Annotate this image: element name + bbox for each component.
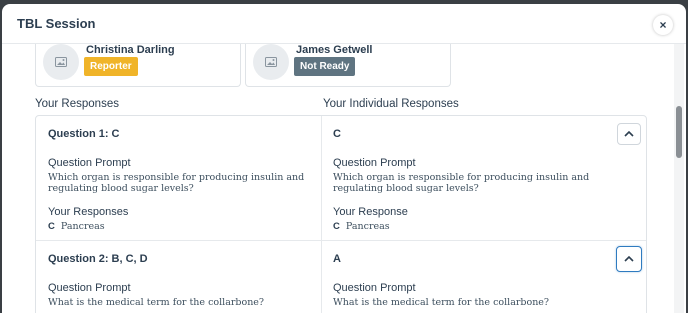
individual-answer: C <box>333 128 341 140</box>
member-card: Christina Darling Reporter <box>35 44 241 87</box>
team-responses-label: Your Responses <box>48 206 129 218</box>
modal-body: Christina Darling Reporter James Getwell… <box>2 44 686 313</box>
close-icon: × <box>659 18 667 32</box>
question-prompt-label: Question Prompt <box>48 282 131 294</box>
your-responses-heading: Your Responses <box>35 98 119 110</box>
avatar <box>253 44 289 80</box>
scrollbar[interactable] <box>674 44 684 313</box>
answer-option: C Pancreas <box>333 221 390 232</box>
question-prompt-label: Question Prompt <box>48 157 131 169</box>
answer-option: C Pancreas <box>48 221 105 232</box>
question-prompt-text: Which organ is responsible for producing… <box>333 172 590 194</box>
individual-answer: A <box>333 253 341 265</box>
row-divider <box>36 240 646 241</box>
member-name: James Getwell <box>296 44 373 56</box>
question-prompt-label: Question Prompt <box>333 157 416 169</box>
avatar <box>43 44 79 80</box>
question-prompt-text: What is the medical term for the collarb… <box>48 297 265 308</box>
member-name: Christina Darling <box>86 44 175 56</box>
question-prompt-text: What is the medical term for the collarb… <box>333 297 550 308</box>
scrollbar-thumb[interactable] <box>676 106 682 158</box>
modal-header: TBL Session × <box>2 4 686 44</box>
chevron-up-icon <box>624 131 634 137</box>
image-placeholder-icon <box>265 57 277 67</box>
chevron-up-icon <box>624 256 634 262</box>
tbl-session-modal: TBL Session × Christina Darling Reporter… <box>2 4 686 313</box>
question-prompt-label: Question Prompt <box>333 282 416 294</box>
collapse-button[interactable] <box>616 246 642 272</box>
individual-responses-heading: Your Individual Responses <box>323 98 459 110</box>
question-title: Question 2: B, C, D <box>48 253 148 265</box>
individual-response-label: Your Response <box>333 206 408 218</box>
status-badge: Not Ready <box>294 57 356 76</box>
collapse-button[interactable] <box>617 123 641 145</box>
column-divider <box>321 116 322 313</box>
question-title: Question 1: C <box>48 128 120 140</box>
role-badge: Reporter <box>84 57 138 76</box>
close-button[interactable]: × <box>653 15 673 35</box>
image-placeholder-icon <box>55 57 67 67</box>
member-card: James Getwell Not Ready <box>245 44 451 87</box>
modal-title: TBL Session <box>17 16 96 31</box>
question-prompt-text: Which organ is responsible for producing… <box>48 172 305 194</box>
responses-table: Question 1: C C Question Prompt Which or… <box>35 115 647 313</box>
